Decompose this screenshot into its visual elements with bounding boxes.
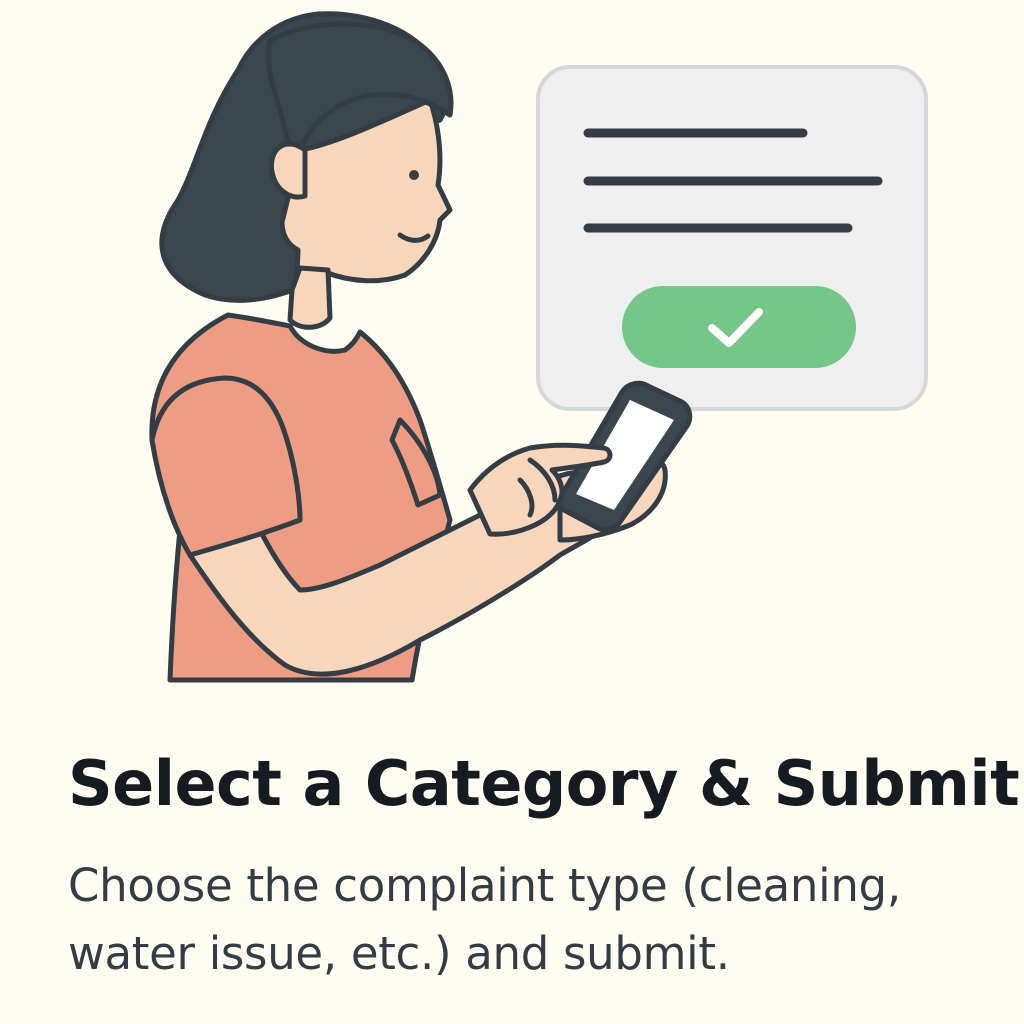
neck bbox=[287, 265, 333, 330]
step-title: Select a Category & Submit bbox=[68, 747, 1020, 820]
illustration bbox=[149, 11, 928, 683]
form-card bbox=[536, 65, 928, 411]
step-description: Choose the complaint type (cleaning, wat… bbox=[68, 859, 901, 980]
eye bbox=[409, 170, 419, 180]
onboarding-screen: Select a Category & Submit Choose the co… bbox=[0, 0, 1024, 1024]
submit-button[interactable] bbox=[622, 286, 856, 368]
